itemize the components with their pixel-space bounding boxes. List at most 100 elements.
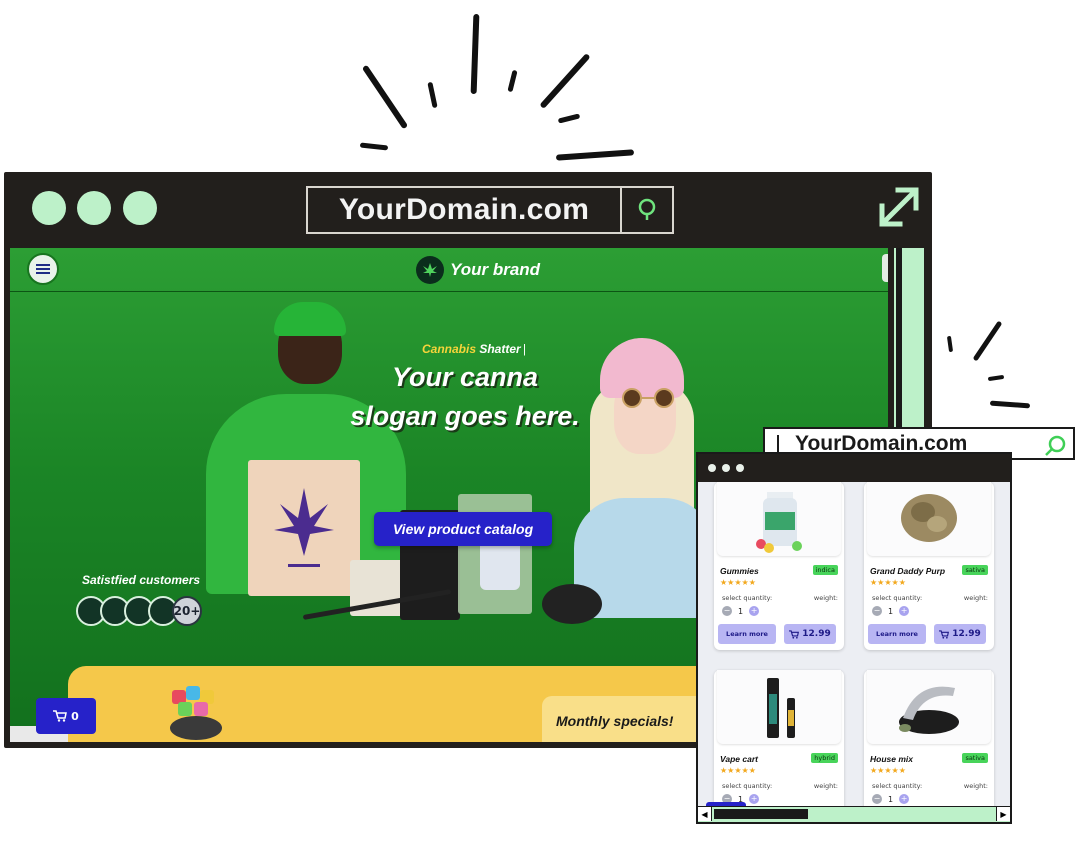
brand-link[interactable]: Your brand <box>416 252 540 288</box>
quantity-value: 1 <box>888 606 894 616</box>
strain-badge: sativa <box>962 565 988 575</box>
search-icon <box>638 198 656 220</box>
sketch-stroke <box>359 142 389 151</box>
expand-arrows-icon[interactable] <box>876 184 922 230</box>
learn-more-button[interactable]: Learn more <box>868 624 926 644</box>
promo-canvas: YourDomain.com Your brand Cannabis Shatt… <box>0 0 1090 843</box>
weight-label: weight: <box>813 782 838 790</box>
sketch-stroke <box>946 335 954 353</box>
product-card-house-mix: House mix sativa ★★★★★ select quantity: … <box>864 670 994 820</box>
plus-icon[interactable]: + <box>899 606 910 616</box>
window-dot-maximize[interactable] <box>736 464 744 472</box>
sketch-stroke <box>507 69 518 93</box>
product-image <box>717 482 841 556</box>
quantity-label: select quantity: <box>872 594 923 602</box>
satisfied-customers-label: Satistfied customers <box>82 573 201 587</box>
text-caret <box>777 434 779 453</box>
side-tab[interactable] <box>882 254 888 282</box>
minus-icon[interactable]: − <box>722 606 732 616</box>
product-name: Grand Daddy Purp <box>870 566 946 576</box>
cannabis-leaf-icon <box>274 488 334 567</box>
paper-bag-image <box>248 460 360 596</box>
customer-count-badge: 20+ <box>172 596 202 626</box>
quantity-label: select quantity: <box>872 782 923 790</box>
minus-icon[interactable]: − <box>872 606 882 616</box>
hero-tagline: Cannabis Shatter | <box>422 342 526 356</box>
cannabis-leaf-logo-icon <box>416 256 444 284</box>
star-rating: ★★★★★ <box>870 766 906 775</box>
window-dot-minimize[interactable] <box>722 464 730 472</box>
quantity-label: select quantity: <box>722 594 773 602</box>
menu-button[interactable] <box>27 253 59 285</box>
site-header: Your brand <box>10 248 888 292</box>
sketch-stroke <box>972 320 1003 362</box>
add-to-cart-button[interactable]: 12.99 <box>784 624 836 644</box>
strain-badge: hybrid <box>811 753 838 763</box>
product-card-vape-cart: Vape cart hybrid ★★★★★ select quantity: … <box>714 670 844 820</box>
sketch-stroke <box>470 13 480 95</box>
cart-count: 0 <box>71 709 79 723</box>
product-image <box>867 670 991 744</box>
sunglasses-image <box>622 388 674 408</box>
quantity-value: 1 <box>738 606 744 616</box>
search-icon[interactable] <box>1043 434 1067 458</box>
sketch-stroke <box>361 64 409 130</box>
scrollbar-thumb[interactable] <box>714 809 808 819</box>
address-bar[interactable]: YourDomain.com <box>306 186 622 234</box>
sketch-stroke <box>557 113 581 124</box>
cart-icon <box>939 629 950 639</box>
hamburger-menu-icon <box>36 264 50 274</box>
strain-badge: sativa <box>962 753 988 763</box>
sketch-stroke <box>987 374 1005 382</box>
weight-label: weight: <box>963 594 988 602</box>
product-name: House mix <box>870 754 913 764</box>
strain-badge: indica <box>812 565 838 575</box>
monthly-specials-card[interactable]: Monthly specials! <box>542 696 718 742</box>
plus-icon[interactable]: + <box>749 794 760 804</box>
plus-icon[interactable]: + <box>749 606 760 616</box>
weight-label: weight: <box>963 782 988 790</box>
sketch-stroke <box>989 400 1031 409</box>
quantity-stepper: − 1 + <box>872 794 910 804</box>
product-window-titlebar <box>698 454 1010 482</box>
learn-more-button[interactable]: Learn more <box>718 624 776 644</box>
window-dot-minimize[interactable] <box>77 191 111 225</box>
gummies-bowl-image <box>170 686 222 740</box>
brand-name: Your brand <box>450 260 541 279</box>
view-catalog-button[interactable]: View product catalog <box>374 512 552 546</box>
product-tin-image <box>542 584 602 624</box>
scroll-left-arrow-icon[interactable]: ◀ <box>698 807 712 821</box>
scroll-right-arrow-icon[interactable]: ▶ <box>996 807 1010 821</box>
sketch-stroke <box>427 81 438 109</box>
add-to-cart-button[interactable]: 12.99 <box>934 624 986 644</box>
address-bar-url: YourDomain.com <box>338 193 590 226</box>
product-card-grand-daddy-purp: Grand Daddy Purp sativa ★★★★★ select qua… <box>864 482 994 650</box>
cart-icon <box>53 710 68 722</box>
star-rating: ★★★★★ <box>720 766 756 775</box>
address-search-button[interactable] <box>620 186 674 234</box>
product-window: Gummies indica ★★★★★ select quantity: we… <box>696 452 1012 824</box>
customer-avatars: 20+ <box>76 596 216 628</box>
product-card-gummies: Gummies indica ★★★★★ select quantity: we… <box>714 482 844 650</box>
star-rating: ★★★★★ <box>720 578 756 587</box>
horizontal-scrollbar[interactable]: ◀ ▶ <box>698 806 1010 822</box>
minus-icon[interactable]: − <box>872 794 882 804</box>
window-dot-close[interactable] <box>32 191 66 225</box>
sketch-stroke <box>539 52 591 110</box>
cart-button[interactable]: 0 <box>36 698 96 734</box>
hero-man-cap <box>274 302 346 336</box>
quantity-value: 1 <box>888 794 894 804</box>
plus-icon[interactable]: + <box>899 794 910 804</box>
window-dot-close[interactable] <box>708 464 716 472</box>
monthly-specials-label: Monthly specials! <box>556 713 674 729</box>
price: 12.99 <box>952 629 981 639</box>
product-grid: Gummies indica ★★★★★ select quantity: we… <box>698 482 1010 820</box>
product-image <box>867 482 991 556</box>
sketch-stroke <box>555 149 635 161</box>
cart-icon <box>789 629 800 639</box>
product-name: Vape cart <box>720 754 758 764</box>
product-name: Gummies <box>720 566 759 576</box>
window-dot-maximize[interactable] <box>123 191 157 225</box>
price: 12.99 <box>802 629 831 639</box>
hero-slogan: Your canna slogan goes here. <box>350 362 580 431</box>
